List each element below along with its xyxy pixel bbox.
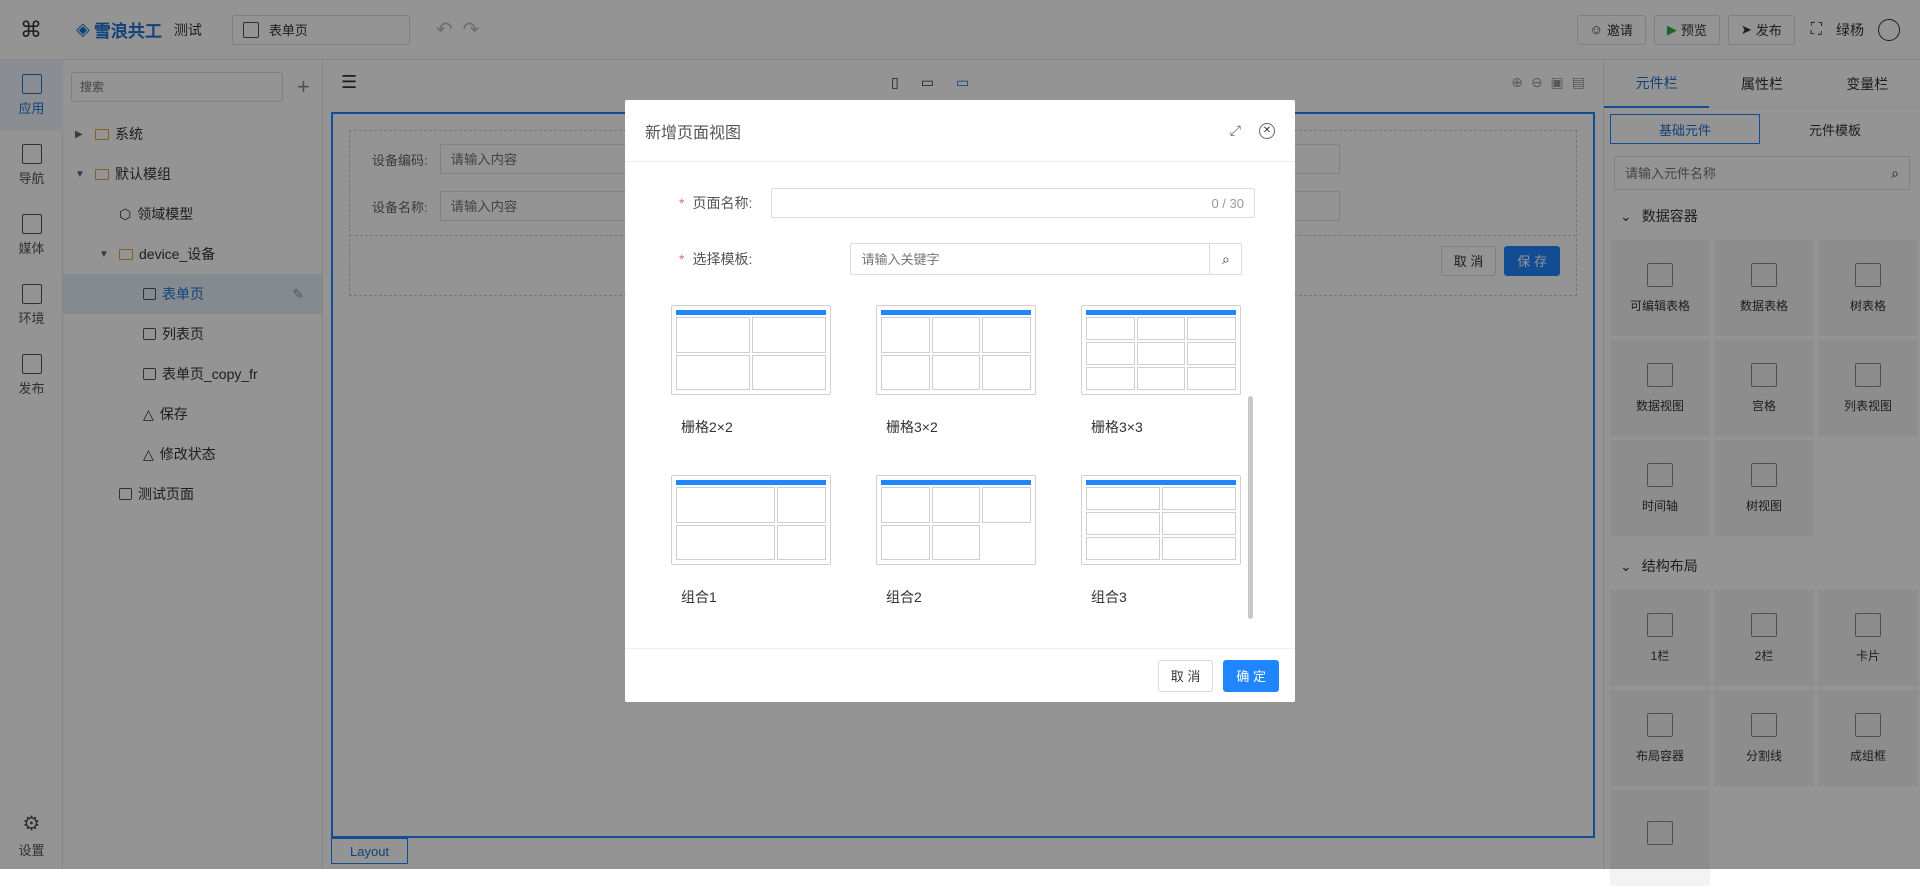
template-grid-preview (1086, 487, 1236, 560)
dialog-title: 新增页面视图 (645, 124, 742, 142)
page-name-input[interactable]: 0 / 30 (771, 188, 1255, 218)
template-card[interactable]: 栅格2×2 (671, 305, 876, 437)
template-thumbnail[interactable] (876, 305, 1036, 395)
template-thumbnail[interactable] (876, 475, 1036, 565)
expand-icon[interactable]: ⤢ (1230, 122, 1241, 139)
template-label: 组合1 (681, 589, 717, 605)
template-card[interactable]: 组合1 (671, 475, 876, 607)
template-header-bar (1086, 310, 1236, 315)
grid-cell (676, 524, 775, 560)
grid-cell (1086, 487, 1160, 510)
grid-cell (776, 524, 826, 560)
template-scrollbar[interactable] (1248, 396, 1253, 619)
grid-cell (1187, 367, 1236, 390)
grid-cell (1086, 317, 1135, 340)
grid-cell (1086, 512, 1160, 535)
grid-cell (776, 487, 826, 523)
grid-cell (982, 487, 1031, 523)
template-grid: 栅格2×2 栅格3×2 栅格3×3 组合1 组合2 组合3 (671, 305, 1241, 607)
template-thumbnail[interactable] (1081, 475, 1241, 565)
grid-cell (982, 354, 1031, 390)
template-label: 选择模板: (692, 251, 753, 267)
template-label: 组合2 (886, 589, 922, 605)
template-thumbnail[interactable] (1081, 305, 1241, 395)
grid-cell (931, 487, 981, 523)
grid-cell (676, 317, 750, 353)
dialog-cancel-label: 取 消 (1170, 669, 1201, 684)
template-header-bar (1086, 480, 1236, 485)
grid-cell (1086, 537, 1160, 560)
grid-cell (1162, 487, 1236, 510)
close-icon[interactable]: ✕ (1259, 122, 1275, 139)
template-card[interactable]: 组合2 (876, 475, 1081, 607)
dialog-confirm-button[interactable]: 确 定 (1223, 659, 1279, 692)
grid-cell (676, 354, 750, 390)
template-grid-preview (676, 487, 826, 560)
grid-cell (881, 354, 930, 390)
template-search-input[interactable] (851, 251, 1210, 267)
grid-cell (1187, 342, 1236, 365)
grid-cell (881, 317, 930, 353)
grid-cell (1136, 367, 1186, 390)
name-label: 页面名称: (692, 195, 753, 211)
required-mark: * (679, 251, 685, 267)
grid-cell (931, 524, 981, 560)
grid-cell (881, 524, 930, 560)
template-header-bar (676, 480, 826, 485)
template-label: 组合3 (1091, 589, 1127, 605)
template-grid-preview (676, 317, 826, 390)
grid-cell (1086, 367, 1135, 390)
name-counter: 0 / 30 (1211, 195, 1244, 211)
template-label: 栅格2×2 (681, 419, 733, 435)
grid-cell (1187, 317, 1236, 340)
template-header-bar (881, 480, 1031, 485)
template-search: ⌕ (850, 243, 1243, 275)
grid-cell (1136, 342, 1186, 365)
template-thumbnail[interactable] (671, 305, 831, 395)
template-grid-preview (1086, 317, 1236, 390)
template-card[interactable]: 栅格3×2 (876, 305, 1081, 437)
grid-cell (1162, 537, 1236, 560)
grid-cell (1136, 317, 1186, 340)
template-label: 栅格3×2 (886, 419, 938, 435)
search-icon[interactable]: ⌕ (1209, 244, 1241, 274)
template-header-bar (881, 310, 1031, 315)
grid-cell (752, 317, 826, 353)
grid-cell (1162, 512, 1236, 535)
required-mark: * (679, 195, 685, 211)
grid-cell (931, 317, 981, 353)
grid-cell (676, 487, 775, 523)
template-header-bar (676, 310, 826, 315)
template-label: 栅格3×3 (1091, 419, 1143, 435)
new-page-dialog: 新增页面视图 ⤢ ✕ * 页面名称: 0 / 30 * 选择模板: ⌕ 栅格2×… (625, 100, 1295, 702)
template-card[interactable]: 组合3 (1081, 475, 1286, 607)
dialog-confirm-label: 确 定 (1236, 669, 1266, 684)
template-grid-preview (881, 487, 1031, 560)
grid-cell (982, 317, 1031, 353)
template-grid-preview (881, 317, 1031, 390)
dialog-cancel-button[interactable]: 取 消 (1157, 659, 1214, 692)
grid-cell (931, 354, 981, 390)
template-thumbnail[interactable] (671, 475, 831, 565)
template-card[interactable]: 栅格3×3 (1081, 305, 1286, 437)
grid-cell (881, 487, 930, 523)
grid-cell (752, 354, 826, 390)
grid-cell (1086, 342, 1135, 365)
